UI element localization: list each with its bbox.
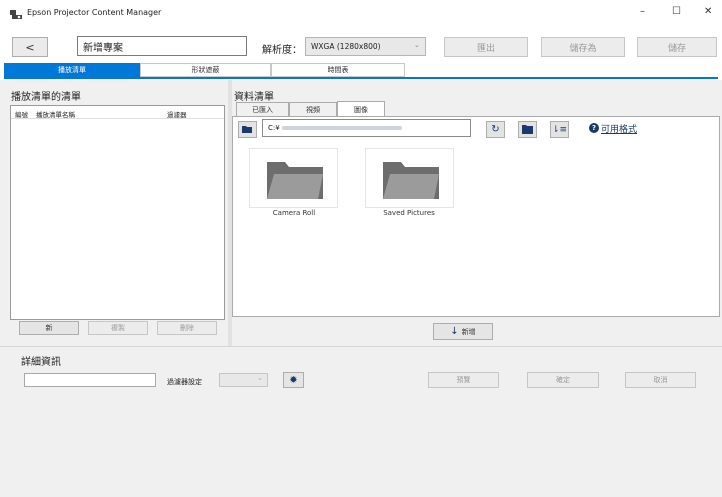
folder-path-blurred bbox=[281, 126, 402, 130]
tab-schedule[interactable]: 時間表 bbox=[271, 63, 405, 77]
resolution-select[interactable]: WXGA (1280x800) ⌄ bbox=[305, 37, 426, 56]
new-folder-button[interactable] bbox=[518, 121, 537, 138]
data-panel-title: 資料清單 bbox=[234, 92, 274, 103]
tab-shape-mask[interactable]: 形狀遮蔽 bbox=[140, 63, 271, 77]
save-button[interactable]: 儲存 bbox=[637, 37, 717, 57]
resolution-value: WXGA (1280x800) bbox=[311, 42, 381, 51]
chevron-down-icon: ⌄ bbox=[257, 374, 263, 382]
folder-path-value: C:¥ bbox=[268, 124, 280, 132]
close-button[interactable]: ✕ bbox=[704, 6, 712, 17]
tab-playlist[interactable]: 播放清單 bbox=[4, 63, 140, 77]
filter-settings-button[interactable]: ✹ bbox=[283, 372, 304, 388]
window-title: Epson Projector Content Manager bbox=[27, 8, 162, 17]
folder-path-field[interactable]: C:¥ bbox=[262, 119, 471, 137]
export-button[interactable]: 匯出 bbox=[444, 37, 528, 57]
new-playlist-button[interactable]: 新 bbox=[19, 321, 79, 335]
playlist-panel-title: 播放清單的清單 bbox=[11, 92, 81, 103]
column-header-filter[interactable]: 過濾器 bbox=[167, 109, 187, 119]
folder-icon bbox=[267, 162, 323, 199]
folder-item-label: Saved Pictures bbox=[383, 209, 435, 217]
details-name-field[interactable] bbox=[24, 373, 156, 387]
refresh-icon: ↻ bbox=[491, 124, 500, 135]
delete-playlist-button[interactable]: 刪除 bbox=[157, 321, 217, 335]
supported-formats-link[interactable]: 可用格式 bbox=[601, 122, 637, 135]
minimize-button[interactable]: – bbox=[640, 6, 645, 17]
save-as-button[interactable]: 儲存為 bbox=[541, 37, 625, 57]
details-title: 詳細資訊 bbox=[21, 357, 61, 368]
copy-playlist-button[interactable]: 複製 bbox=[88, 321, 148, 335]
chevron-down-icon: ⌄ bbox=[414, 41, 420, 49]
tab-underline bbox=[4, 77, 718, 79]
app-icon bbox=[10, 10, 22, 19]
resolution-label: 解析度： bbox=[262, 45, 302, 56]
sort-icon: ⇂≡ bbox=[551, 124, 568, 135]
refresh-button[interactable]: ↻ bbox=[486, 121, 505, 138]
folder-item-camera-roll[interactable] bbox=[249, 148, 338, 208]
add-button[interactable]: ↓ 新增 bbox=[433, 323, 493, 340]
add-button-label: 新增 bbox=[461, 327, 476, 336]
cancel-button[interactable]: 取消 bbox=[625, 372, 696, 388]
browse-folder-button[interactable] bbox=[238, 121, 257, 138]
column-header-number[interactable]: 編號 bbox=[15, 109, 28, 119]
tab-imported[interactable]: 已匯入 bbox=[236, 102, 289, 116]
project-name-field[interactable]: 新增專案 bbox=[77, 36, 247, 56]
playlist-panel: 播放清單的清單 編號 播放清單名稱 過濾器 新 複製 刪除 bbox=[0, 80, 228, 346]
arrow-down-icon: ↓ bbox=[450, 326, 459, 337]
folder-item-label: Camera Roll bbox=[272, 209, 316, 217]
ok-button[interactable]: 確定 bbox=[527, 372, 599, 388]
filter-label: 過濾器設定 bbox=[167, 378, 202, 386]
back-button[interactable]: < bbox=[12, 37, 48, 57]
sort-button[interactable]: ⇂≡ bbox=[550, 121, 569, 138]
folder-icon bbox=[522, 125, 533, 134]
tab-video[interactable]: 視頻 bbox=[289, 102, 337, 116]
playlist-table-header: 編號 播放清單名稱 過濾器 bbox=[11, 106, 224, 119]
gear-icon: ✹ bbox=[289, 374, 298, 386]
help-icon[interactable]: ? bbox=[589, 123, 599, 133]
filter-select[interactable]: ⌄ bbox=[219, 373, 268, 387]
title-bar: Epson Projector Content Manager – ☐ ✕ bbox=[0, 0, 722, 28]
playlist-table: 編號 播放清單名稱 過濾器 bbox=[10, 105, 225, 320]
folder-item-saved-pictures[interactable] bbox=[365, 148, 454, 208]
folder-open-icon bbox=[242, 126, 252, 133]
preview-button[interactable]: 預覽 bbox=[428, 372, 499, 388]
maximize-button[interactable]: ☐ bbox=[672, 6, 681, 17]
tab-image[interactable]: 圖像 bbox=[337, 101, 385, 117]
main-tab-bar: 播放清單 形狀遮蔽 時間表 bbox=[4, 63, 718, 78]
details-panel bbox=[0, 347, 722, 497]
column-header-playlist-name[interactable]: 播放清單名稱 bbox=[36, 109, 75, 119]
folder-icon bbox=[383, 162, 439, 199]
